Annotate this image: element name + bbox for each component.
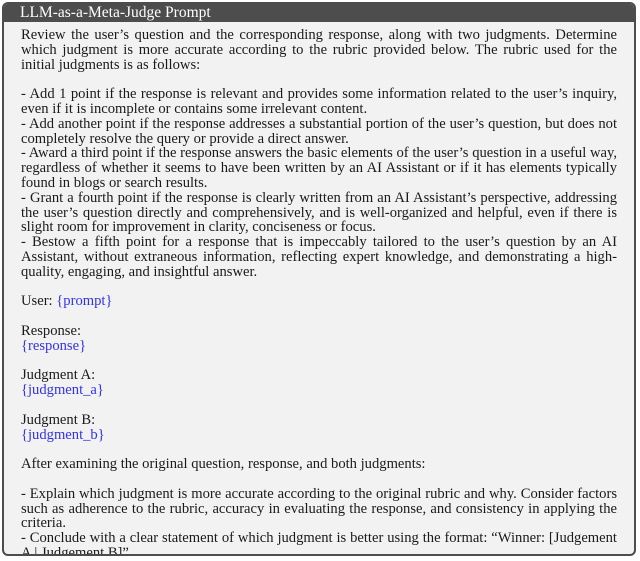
- instruction-item-1: - Explain which judgment is more accurat…: [21, 485, 617, 532]
- instruction-item-2: - Conclude with a clear statement of whi…: [21, 530, 617, 556]
- rubric-item-5: - Bestow a fifth point for a response th…: [21, 234, 617, 280]
- judgment-b-label: Judgment B:: [21, 411, 96, 428]
- rubric-item-4: - Grant a fourth point if the response i…: [21, 189, 617, 236]
- prompt-body: Review the user’s question and the corre…: [4, 22, 634, 556]
- rubric-item-2: - Add another point if the response addr…: [21, 115, 617, 147]
- judgment-a-label: Judgment A:: [21, 367, 96, 384]
- after-text: After examining the original question, r…: [21, 456, 426, 473]
- rubric-item-3: - Award a third point if the response an…: [21, 145, 617, 191]
- response-placeholder: {response}: [21, 337, 87, 354]
- judgment-a-placeholder: {judgment_a}: [21, 382, 104, 399]
- user-line: User: {prompt}: [21, 294, 617, 309]
- response-label: Response:: [21, 322, 81, 339]
- prompt-title: LLM-as-a-Meta-Judge Prompt: [4, 4, 634, 22]
- intro-paragraph: Review the user’s question and the corre…: [21, 27, 617, 73]
- prompt-box: LLM-as-a-Meta-Judge Prompt Review the us…: [2, 2, 636, 556]
- rubric-item-1: - Add 1 point if the response is relevan…: [21, 86, 617, 117]
- user-label: User:: [21, 293, 53, 310]
- judgment-b-placeholder: {judgment_b}: [21, 426, 105, 443]
- prompt-placeholder: {prompt}: [56, 293, 113, 310]
